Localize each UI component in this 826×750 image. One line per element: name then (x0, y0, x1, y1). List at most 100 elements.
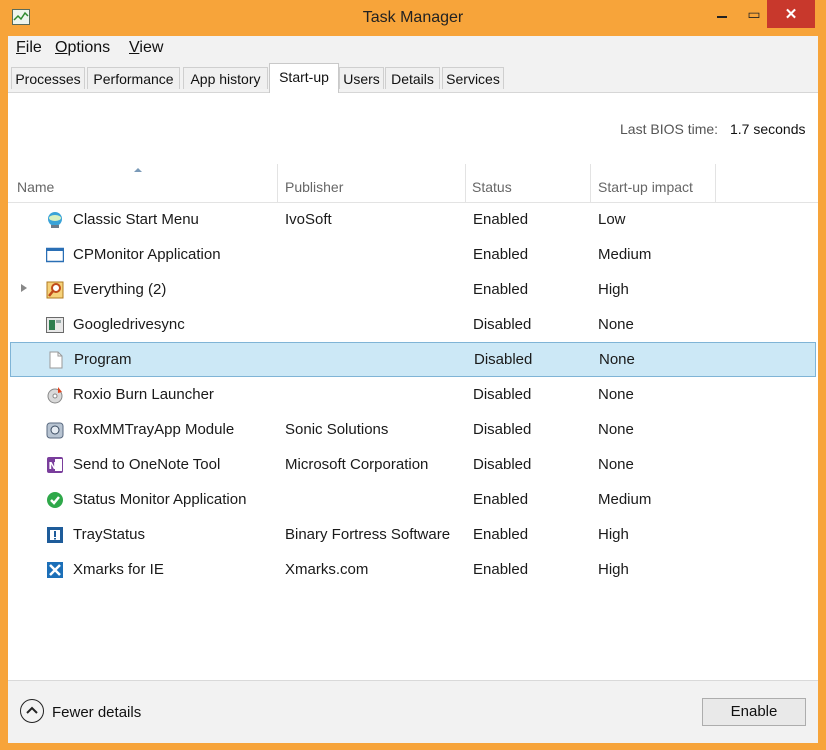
table-row[interactable]: N Send to OneNote Tool Microsoft Corpora… (8, 447, 818, 482)
row-status: Enabled (473, 561, 529, 578)
row-impact: None (598, 316, 634, 333)
tab-users[interactable]: Users (339, 67, 384, 89)
table-row[interactable]: Classic Start Menu IvoSoft Enabled Low (8, 202, 818, 237)
menu-file[interactable]: File (16, 39, 42, 57)
row-name: TrayStatus (73, 526, 145, 543)
row-name: Status Monitor Application (73, 491, 247, 508)
task-manager-client: File Options View Processes Performance … (8, 36, 818, 743)
menu-file-mnemonic: F (16, 39, 26, 56)
column-status[interactable]: Status (472, 179, 512, 195)
row-status: Enabled (473, 211, 529, 228)
row-status: Enabled (473, 246, 529, 263)
maximize-button[interactable]: ▭ (742, 0, 766, 28)
column-divider[interactable] (715, 164, 716, 202)
menu-view-rest: iew (139, 39, 164, 56)
row-impact: Medium (598, 491, 652, 508)
column-header: Name Publisher Status Start-up impact (8, 164, 818, 203)
row-status: Enabled (473, 281, 529, 298)
row-status: Disabled (474, 351, 533, 368)
table-row[interactable]: Status Monitor Application Enabled Mediu… (8, 482, 818, 517)
table-row[interactable]: RoxMMTrayApp Module Sonic Solutions Disa… (8, 412, 818, 447)
column-publisher[interactable]: Publisher (285, 179, 343, 195)
row-publisher: Binary Fortress Software (285, 526, 451, 543)
row-name: Program (74, 351, 132, 368)
column-divider[interactable] (277, 164, 278, 202)
tab-bar: Processes Performance App history Start-… (8, 63, 818, 93)
tab-start-up[interactable]: Start-up (269, 63, 339, 93)
row-status: Disabled (473, 386, 532, 403)
row-name: Xmarks for IE (73, 561, 164, 578)
row-status: Enabled (473, 491, 529, 508)
roxio-burn-icon (47, 387, 63, 404)
row-name: Send to OneNote Tool (73, 456, 221, 473)
menu-options[interactable]: Options (55, 39, 110, 57)
googledrivesync-icon (46, 317, 64, 333)
roxmm-tray-icon (46, 422, 64, 439)
traystatus-icon (47, 527, 63, 543)
chevron-up-icon (26, 706, 38, 714)
last-bios-time-value: 1.7 seconds (730, 121, 806, 137)
fewer-details-button[interactable] (20, 699, 44, 723)
row-status: Enabled (473, 526, 529, 543)
table-row[interactable]: CPMonitor Application Enabled Medium (8, 237, 818, 272)
onenote-icon: N (47, 457, 63, 473)
column-startup-impact[interactable]: Start-up impact (598, 179, 693, 195)
table-row[interactable]: Roxio Burn Launcher Disabled None (8, 377, 818, 412)
row-status: Disabled (473, 456, 532, 473)
classic-start-menu-icon (48, 212, 62, 228)
row-impact: High (598, 561, 629, 578)
svg-text:N: N (49, 461, 57, 472)
row-impact: Low (598, 211, 626, 228)
menu-options-rest: ptions (67, 39, 111, 56)
row-impact: None (598, 421, 634, 438)
tab-performance[interactable]: Performance (87, 67, 180, 89)
column-divider[interactable] (465, 164, 466, 202)
row-name: RoxMMTrayApp Module (73, 421, 235, 438)
row-name: Everything (2) (73, 281, 167, 298)
cpmonitor-icon (46, 247, 64, 263)
tab-services[interactable]: Services (442, 67, 504, 89)
tab-processes[interactable]: Processes (11, 67, 85, 89)
enable-button[interactable]: Enable (702, 698, 806, 726)
row-name: Roxio Burn Launcher (73, 386, 214, 403)
footer-bar: Fewer details Enable (8, 680, 818, 743)
row-impact: Medium (598, 246, 652, 263)
row-name: Googledrivesync (73, 316, 185, 333)
table-row[interactable]: TrayStatus Binary Fortress Software Enab… (8, 517, 818, 552)
status-monitor-icon (47, 492, 63, 508)
row-publisher: Sonic Solutions (285, 421, 389, 438)
title-bar: Task Manager ▭ ✕ (0, 0, 826, 36)
table-row-selected[interactable]: Program Disabled None (10, 342, 816, 377)
row-publisher: Microsoft Corporation (285, 456, 429, 473)
menu-options-mnemonic: O (55, 39, 68, 56)
expand-chevron-icon[interactable] (21, 284, 27, 292)
row-publisher: IvoSoft (285, 211, 332, 228)
table-row[interactable]: Everything (2) Enabled High (8, 272, 818, 307)
everything-search-icon (46, 281, 64, 299)
menu-view[interactable]: View (129, 39, 163, 57)
menu-bar: File Options View (8, 36, 818, 63)
table-row[interactable]: Googledrivesync Disabled None (8, 307, 818, 342)
row-impact: None (598, 456, 634, 473)
row-impact: High (598, 281, 629, 298)
row-impact: None (599, 351, 635, 368)
row-publisher: Xmarks.com (285, 561, 369, 578)
row-name: Classic Start Menu (73, 211, 199, 228)
tab-app-history[interactable]: App history (183, 67, 268, 89)
table-row[interactable]: Xmarks for IE Xmarks.com Enabled High (8, 552, 818, 587)
minimize-button[interactable] (702, 0, 742, 28)
column-divider[interactable] (590, 164, 591, 202)
fewer-details-link[interactable]: Fewer details (52, 704, 141, 721)
xmarks-icon (47, 562, 63, 578)
row-status: Disabled (473, 316, 532, 333)
row-impact: High (598, 526, 629, 543)
column-name[interactable]: Name (17, 179, 54, 195)
tab-details[interactable]: Details (385, 67, 440, 89)
minimize-icon (717, 16, 727, 18)
blank-document-icon (49, 351, 63, 369)
row-impact: None (598, 386, 634, 403)
sort-ascending-icon (134, 168, 142, 172)
row-name: CPMonitor Application (73, 246, 221, 263)
close-button[interactable]: ✕ (767, 0, 815, 28)
last-bios-time-label: Last BIOS time: (620, 121, 719, 137)
